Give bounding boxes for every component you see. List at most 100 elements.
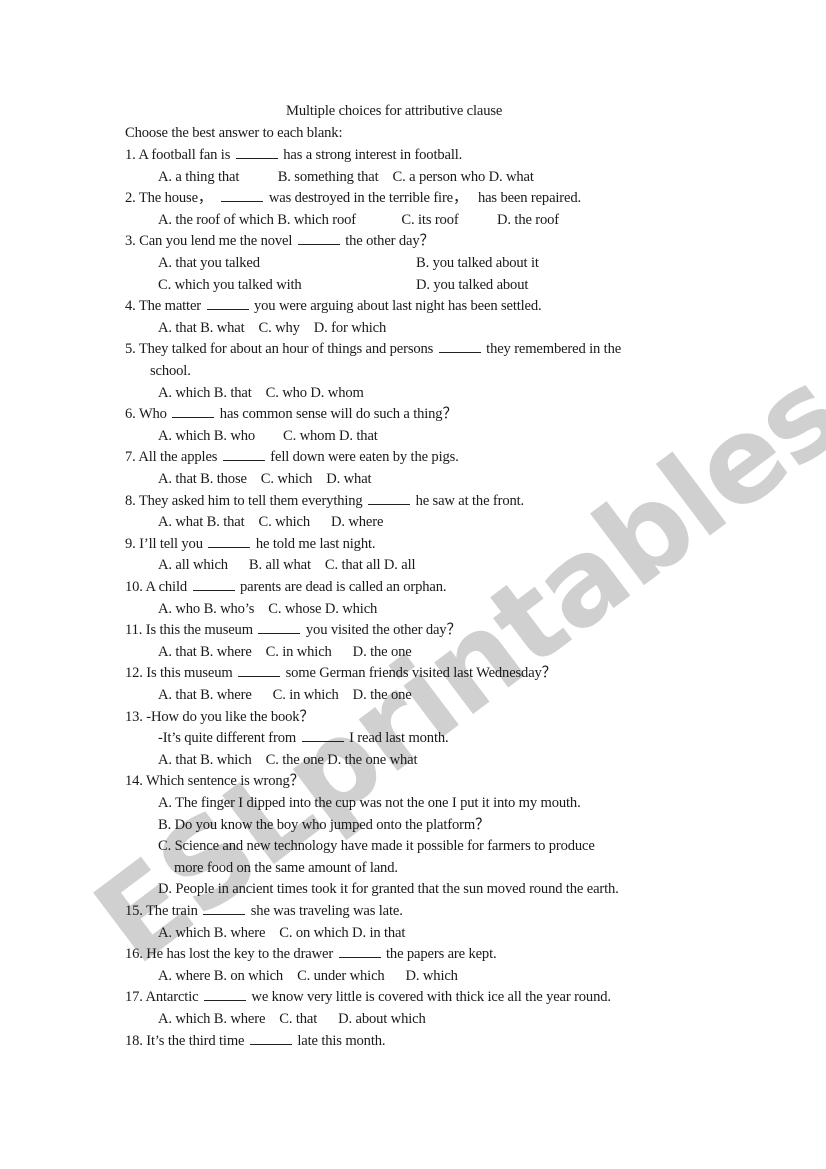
question: 9. I’ll tell you he told me last night.	[125, 535, 376, 553]
question-text: they remembered in the	[482, 341, 622, 358]
answer-options: B. Do you know the boy who jumped onto t…	[158, 816, 490, 833]
answer-option: B. you talked about it	[416, 255, 539, 271]
question-text: 2. The house，	[125, 190, 220, 207]
answer-blank[interactable]	[338, 945, 381, 959]
answer-options: A. what B. that C. which D. where	[158, 514, 384, 531]
answer-options: D. People in ancient times took it for g…	[158, 881, 619, 898]
question: 18. It’s the third time late this month.	[125, 1032, 386, 1050]
question-text: she was traveling was late.	[247, 903, 403, 919]
answer-blank[interactable]	[238, 664, 281, 678]
answer-blank[interactable]	[208, 535, 251, 548]
question: 16. He has lost the key to the drawer th…	[125, 945, 497, 963]
question-continuation: school.	[150, 363, 191, 379]
question-text: the other day？	[341, 233, 434, 250]
question-text: you were arguing about last night has be…	[250, 298, 542, 315]
question-text: has common sense will do such a thing？	[216, 406, 457, 423]
answer-blank[interactable]	[203, 902, 246, 915]
question-text: 16. He has lost the key to the drawer	[125, 946, 337, 963]
answer-blank[interactable]	[206, 297, 249, 311]
question-text: 4. The matter	[125, 298, 205, 315]
answer-blank[interactable]	[203, 988, 246, 1002]
answer-option: C. which you talked with	[158, 276, 302, 293]
instructions: Choose the best answer to each blank:	[125, 125, 343, 141]
answer-options: A. which B. who C. whom D. that	[158, 427, 378, 444]
answer-blank[interactable]	[301, 729, 344, 743]
question-text: was destroyed in the terrible fire， has …	[265, 190, 581, 207]
question-text: -It’s quite different from	[158, 730, 300, 747]
question-text: 15. The train	[125, 903, 202, 919]
question: 6. Who has common sense will do such a t…	[125, 405, 457, 423]
question-text: has a strong interest in football.	[279, 147, 463, 163]
question-text: 12. Is this museum	[125, 665, 237, 682]
question: 17. Antarctic we know very little is cov…	[125, 988, 611, 1006]
question-text: 8. They asked him to tell them everythin…	[125, 492, 367, 509]
answer-blank[interactable]	[258, 621, 301, 635]
question-followup: -It’s quite different from I read last m…	[158, 729, 449, 747]
answer-blank[interactable]	[368, 492, 411, 505]
answer-blank[interactable]	[438, 340, 481, 354]
answer-options: A. a thing that B. something that C. a p…	[158, 168, 534, 185]
question: 14. Which sentence is wrong？	[125, 772, 304, 790]
question-text: he saw at the front.	[412, 492, 525, 509]
answer-options: A. that B. what C. why D. for which	[158, 319, 387, 336]
question: 8. They asked him to tell them everythin…	[125, 492, 524, 510]
question: 7. All the apples fell down were eaten b…	[125, 448, 459, 466]
answer-option: D. you talked about	[416, 276, 529, 293]
answer-option: A. that you talked	[158, 255, 260, 271]
answer-blank[interactable]	[221, 189, 264, 203]
question: 13. -How do you like the book？	[125, 708, 314, 726]
question: 12. Is this museum some German friends v…	[125, 664, 556, 682]
answer-options: A. which B. where C. on which D. in that	[158, 924, 406, 941]
answer-blank[interactable]	[249, 1032, 292, 1045]
worksheet-page: ESLprintables.com Multiple choices for a…	[0, 0, 826, 1169]
question: 10. A child parents are dead is called a…	[125, 578, 447, 596]
answer-options: A. that B. those C. which D. what	[158, 471, 372, 487]
answer-options: A. all which B. all what C. that all D. …	[158, 557, 416, 574]
answer-options: A. the roof of which B. which roof C. it…	[158, 211, 560, 228]
question-text: some German friends visited last Wednesd…	[282, 665, 557, 682]
question-text: 9. I’ll tell you	[125, 535, 207, 552]
question-text: 6. Who	[125, 406, 171, 423]
question-text: late this month.	[293, 1032, 386, 1049]
question-text: fell down were eaten by the pigs.	[266, 449, 459, 466]
question-text: 10. A child	[125, 579, 191, 595]
question-text: 1. A football fan is	[125, 147, 234, 163]
answer-options: A. that B. where C. in which D. the one	[158, 643, 412, 660]
answer-blank[interactable]	[192, 578, 235, 591]
question: 1. A football fan is has a strong intere…	[125, 146, 462, 164]
question: 11. Is this the museum you visited the o…	[125, 621, 461, 639]
answer-options: A. The finger I dipped into the cup was …	[158, 795, 581, 811]
answer-blank[interactable]	[222, 448, 265, 462]
answer-options: A. where B. on which C. under which D. w…	[158, 967, 458, 984]
question-text: 7. All the apples	[125, 449, 221, 466]
answer-options: A. that B. which C. the one D. the one w…	[158, 751, 418, 768]
answer-blank[interactable]	[172, 405, 215, 419]
question-text: we know very little is covered with thic…	[247, 989, 611, 1006]
answer-options: A. who B. who’s C. whose D. which	[158, 600, 378, 617]
answer-blank[interactable]	[235, 146, 278, 159]
question-text: 13. -How do you like the book？	[125, 708, 314, 725]
question: 2. The house， was destroyed in the terri…	[125, 189, 581, 207]
answer-options: A. which B. where C. that D. about which	[158, 1011, 426, 1027]
question: 5. They talked for about an hour of thin…	[125, 340, 621, 358]
question-text: 3. Can you lend me the novel	[125, 233, 296, 250]
question: 15. The train she was traveling was late…	[125, 902, 403, 920]
question-text: 5. They talked for about an hour of thin…	[125, 341, 437, 358]
question-text: I read last month.	[345, 730, 449, 747]
answer-options: C. Science and new technology have made …	[158, 838, 595, 855]
question-text: he told me last night.	[252, 535, 376, 552]
question-text: 17. Antarctic	[125, 989, 202, 1006]
answer-options: A. which B. that C. who D. whom	[158, 384, 364, 401]
question: 3. Can you lend me the novel the other d…	[125, 232, 434, 250]
question-text: the papers are kept.	[382, 946, 497, 963]
answer-options: more food on the same amount of land.	[174, 859, 398, 876]
question-text: parents are dead is called an orphan.	[236, 579, 447, 595]
question-text: 18. It’s the third time	[125, 1032, 248, 1049]
question-text: you visited the other day？	[302, 622, 461, 639]
answer-options: A. that B. where C. in which D. the one	[158, 687, 412, 703]
question-text: 14. Which sentence is wrong？	[125, 773, 305, 790]
worksheet-title: Multiple choices for attributive clause	[286, 103, 503, 119]
worksheet-content: Multiple choices for attributive clause …	[0, 0, 826, 1169]
answer-blank[interactable]	[297, 232, 340, 246]
question-text: 11. Is this the museum	[125, 622, 257, 639]
